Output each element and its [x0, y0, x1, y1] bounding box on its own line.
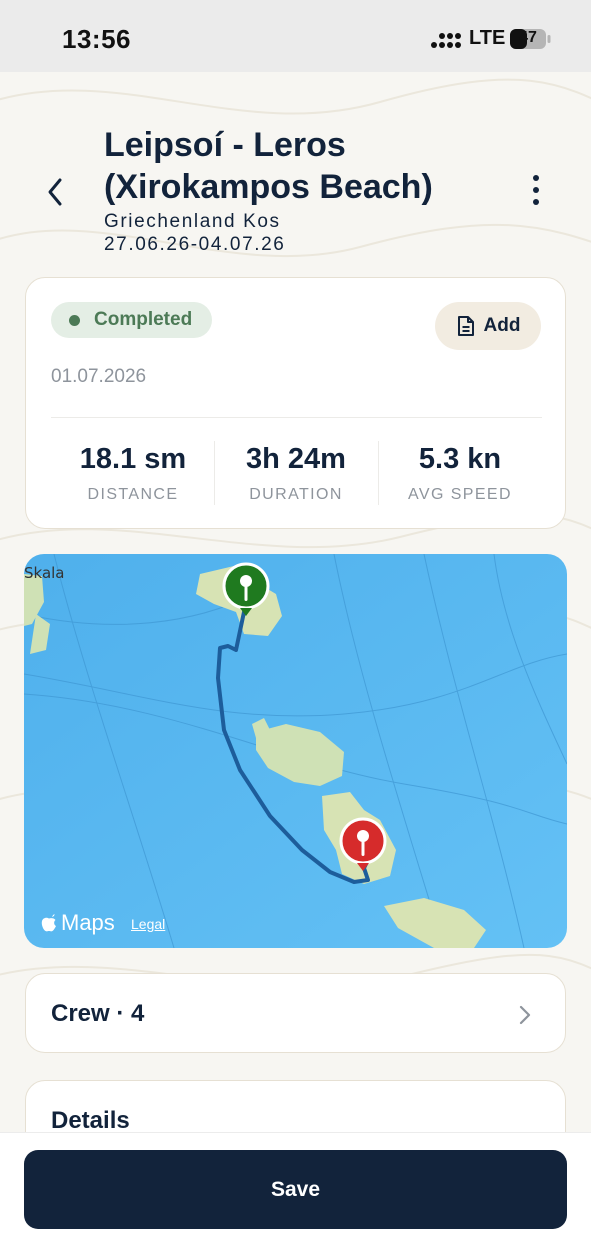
crew-label: Crew · 4 [51, 1000, 145, 1027]
stat-duration: 3h 24m DURATION [215, 443, 377, 504]
title-line-2: (Xirokampos Beach) [104, 168, 433, 206]
chevron-right-icon [519, 1005, 531, 1025]
status-badge: Completed [51, 302, 213, 338]
add-button[interactable]: Add [435, 302, 541, 350]
stat-label: AVG SPEED [408, 486, 512, 503]
divider [51, 417, 542, 418]
maps-logo: Maps [40, 910, 115, 936]
trip-date: 01.07.2026 [51, 366, 147, 387]
vertical-ellipsis-icon[interactable] [522, 172, 550, 208]
title-line-1: Leipsoí - Leros [104, 126, 346, 164]
map-canvas [24, 554, 567, 948]
date-range-label: 27.06.26-04.07.26 [104, 234, 286, 255]
stat-value: 3h 24m [246, 443, 346, 475]
document-icon [457, 316, 474, 336]
details-section: Details [25, 1080, 566, 1132]
stat-avg-speed: 5.3 kn AVG SPEED [379, 443, 541, 504]
status-dot [69, 314, 80, 326]
route-map[interactable]: Skala Maps Legal [24, 554, 567, 948]
crew-row[interactable]: Crew · 4 [25, 973, 566, 1053]
legal-link[interactable]: Legal [131, 916, 165, 932]
network-type: LTE [469, 27, 506, 49]
stat-label: DISTANCE [87, 486, 179, 503]
status-time: 13:56 [62, 24, 131, 54]
status-text: Completed [94, 309, 193, 330]
region-label: Griechenland Kos [104, 211, 281, 232]
status-bar: 13:56 LTE 47 [0, 0, 591, 72]
footer-bar: Save [0, 1132, 591, 1240]
page-title: Leipsoí - Leros (Xirokampos Beach) [104, 124, 504, 208]
details-label: Details [51, 1107, 130, 1132]
map-place-label: Skala [24, 564, 65, 582]
apple-logo-icon [41, 914, 56, 932]
add-label: Add [483, 315, 521, 336]
stat-label: DURATION [249, 486, 343, 503]
save-button[interactable]: Save [24, 1150, 567, 1229]
battery-level: 47 [519, 29, 537, 46]
trip-detail-screen: Leipsoí - Leros (Xirokampos Beach) Griec… [0, 72, 591, 1132]
stat-value: 18.1 sm [79, 443, 187, 475]
maps-provider: Maps [61, 910, 115, 935]
back-button[interactable] [38, 172, 74, 212]
cellular-signal-icon [431, 33, 461, 48]
save-label: Save [270, 1177, 321, 1201]
stat-value: 5.3 kn [418, 443, 502, 475]
stat-distance: 18.1 sm DISTANCE [52, 443, 214, 504]
trip-summary-card: Completed Add 01.07.2026 18.1 sm DISTANC… [25, 277, 566, 529]
